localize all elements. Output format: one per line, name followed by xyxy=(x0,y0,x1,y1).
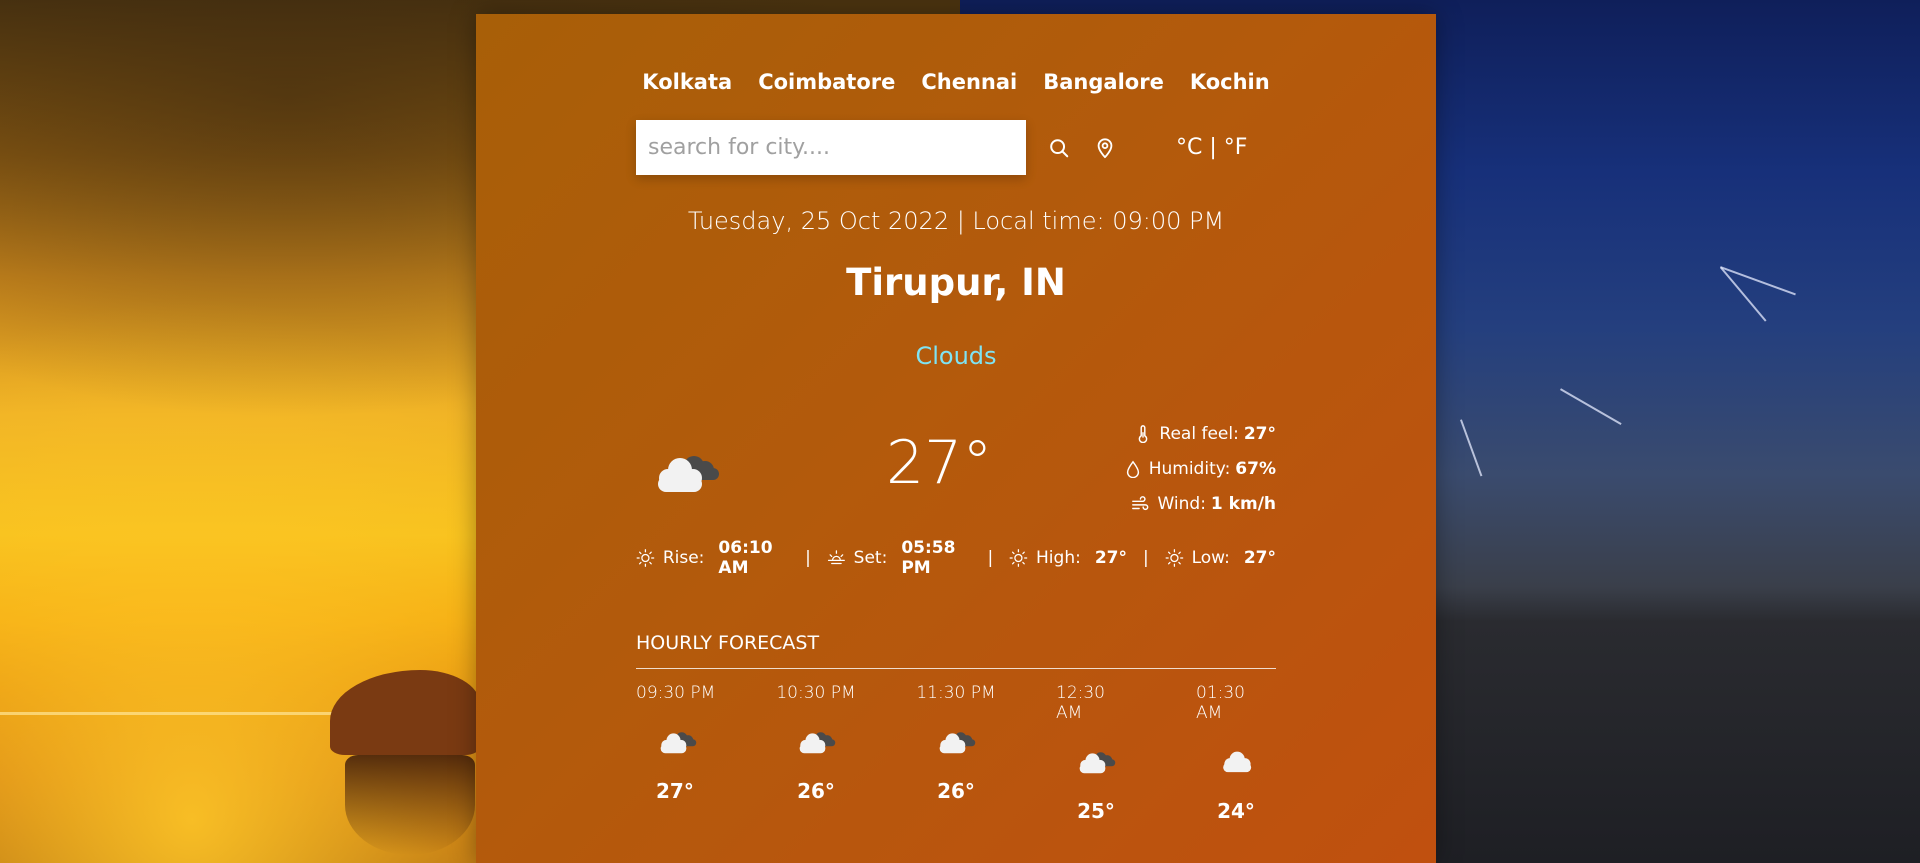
real-feel-row: Real feel: 27° xyxy=(1125,416,1276,451)
broken-clouds-icon xyxy=(1075,747,1117,779)
thermometer-icon xyxy=(1139,424,1148,443)
weather-condition: Clouds xyxy=(915,342,997,370)
hourly-time: 01:30 AM xyxy=(1196,683,1245,723)
hourly-item: 09:30 PM 27° xyxy=(636,683,716,823)
broken-clouds-icon xyxy=(935,727,977,759)
hourly-item: 11:30 PM 26° xyxy=(916,683,996,823)
sunset-icon xyxy=(827,550,845,565)
lightning-bolt xyxy=(1560,388,1622,425)
search-icon[interactable] xyxy=(1046,135,1072,161)
hourly-temp: 26° xyxy=(797,779,835,803)
hourly-time: 11:30 PM xyxy=(916,683,996,703)
hourly-forecast-list: 09:30 PM 27° 10:30 PM 26° 11:30 PM 26° 1… xyxy=(636,683,1276,823)
droplet-icon xyxy=(1126,460,1139,478)
broken-clouds-icon xyxy=(656,727,698,759)
sunset-value: 05:58 PM xyxy=(901,538,956,578)
hourly-item: 01:30 AM 24° xyxy=(1196,683,1276,823)
city-link-coimbatore[interactable]: Coimbatore xyxy=(758,70,895,94)
low-value: 27° xyxy=(1243,548,1277,568)
city-link-kochin[interactable]: Kochin xyxy=(1190,70,1270,94)
real-feel-value: 27° xyxy=(1243,423,1276,444)
hourly-item: 10:30 PM 26° xyxy=(776,683,856,823)
hourly-time: 10:30 PM xyxy=(776,683,856,703)
wind-value: 1 km/h xyxy=(1210,493,1276,514)
wind-icon xyxy=(1132,495,1149,510)
sun-summary: Rise: 06:10 AM | Set: 05:58 PM | High: 27° … xyxy=(636,538,1276,578)
location-title: Tirupur, IN xyxy=(846,261,1066,304)
broken-clouds-icon xyxy=(795,727,837,759)
search-row: °C | °F xyxy=(636,120,1276,175)
sun-separator: | xyxy=(1143,548,1149,568)
weather-content: Kolkata Coimbatore Chennai Bangalore Koc… xyxy=(636,14,1276,823)
weather-card: Kolkata Coimbatore Chennai Bangalore Koc… xyxy=(476,14,1436,863)
current-temperature: 27° xyxy=(886,428,993,498)
real-feel-label: Real feel: xyxy=(1159,423,1239,444)
sun-separator: | xyxy=(805,548,811,568)
divider xyxy=(636,668,1276,669)
fahrenheit-button[interactable]: °F xyxy=(1224,135,1248,160)
sunset-label: Set: xyxy=(853,548,888,568)
sun-high-icon xyxy=(1009,549,1028,567)
city-link-kolkata[interactable]: Kolkata xyxy=(642,70,732,94)
unit-toggle: °C | °F xyxy=(1176,135,1247,160)
city-link-chennai[interactable]: Chennai xyxy=(921,70,1017,94)
hourly-time: 09:30 PM xyxy=(636,683,716,703)
hourly-temp: 26° xyxy=(937,779,975,803)
sunrise-value: 06:10 AM xyxy=(718,538,773,578)
weather-details: Real feel: 27° Humidity: 67% Wind: 1 km/h xyxy=(1125,416,1276,521)
current-weather: 27° Real feel: 27° Humidity: 67% Wind: 1 km… xyxy=(636,416,1276,526)
hourly-temp: 25° xyxy=(1077,799,1115,823)
hourly-item: 12:30 AM 25° xyxy=(1056,683,1136,823)
hourly-temp: 24° xyxy=(1217,799,1255,823)
quick-city-links: Kolkata Coimbatore Chennai Bangalore Koc… xyxy=(636,70,1276,94)
high-label: High: xyxy=(1036,548,1081,568)
city-link-bangalore[interactable]: Bangalore xyxy=(1043,70,1164,94)
lightning-bolt xyxy=(1460,419,1483,477)
local-datetime: Tuesday, 25 Oct 2022 | Local time: 09:00… xyxy=(687,207,1225,235)
hourly-time: 12:30 AM xyxy=(1056,683,1105,723)
wind-label: Wind: xyxy=(1157,493,1206,514)
city-search-input[interactable] xyxy=(636,120,1026,175)
cloud-icon xyxy=(1215,747,1257,779)
unit-separator: | xyxy=(1209,135,1217,160)
high-value: 27° xyxy=(1094,548,1127,568)
sun-low-icon xyxy=(1165,549,1184,567)
wind-row: Wind: 1 km/h xyxy=(1125,486,1276,521)
broken-clouds-icon xyxy=(650,448,722,498)
sunrise-icon xyxy=(636,549,655,567)
sun-separator: | xyxy=(987,548,994,568)
celsius-button[interactable]: °C xyxy=(1176,135,1202,160)
hourly-forecast-title: HOURLY FORECAST xyxy=(636,632,820,654)
sunrise-label: Rise: xyxy=(662,548,705,568)
location-pin-icon[interactable] xyxy=(1092,135,1118,161)
humidity-value: 67% xyxy=(1235,458,1276,479)
low-label: Low: xyxy=(1191,548,1230,568)
humidity-label: Humidity: xyxy=(1148,458,1231,479)
humidity-row: Humidity: 67% xyxy=(1125,451,1276,486)
background-island-reflection xyxy=(345,755,475,855)
hourly-temp: 27° xyxy=(656,779,694,803)
